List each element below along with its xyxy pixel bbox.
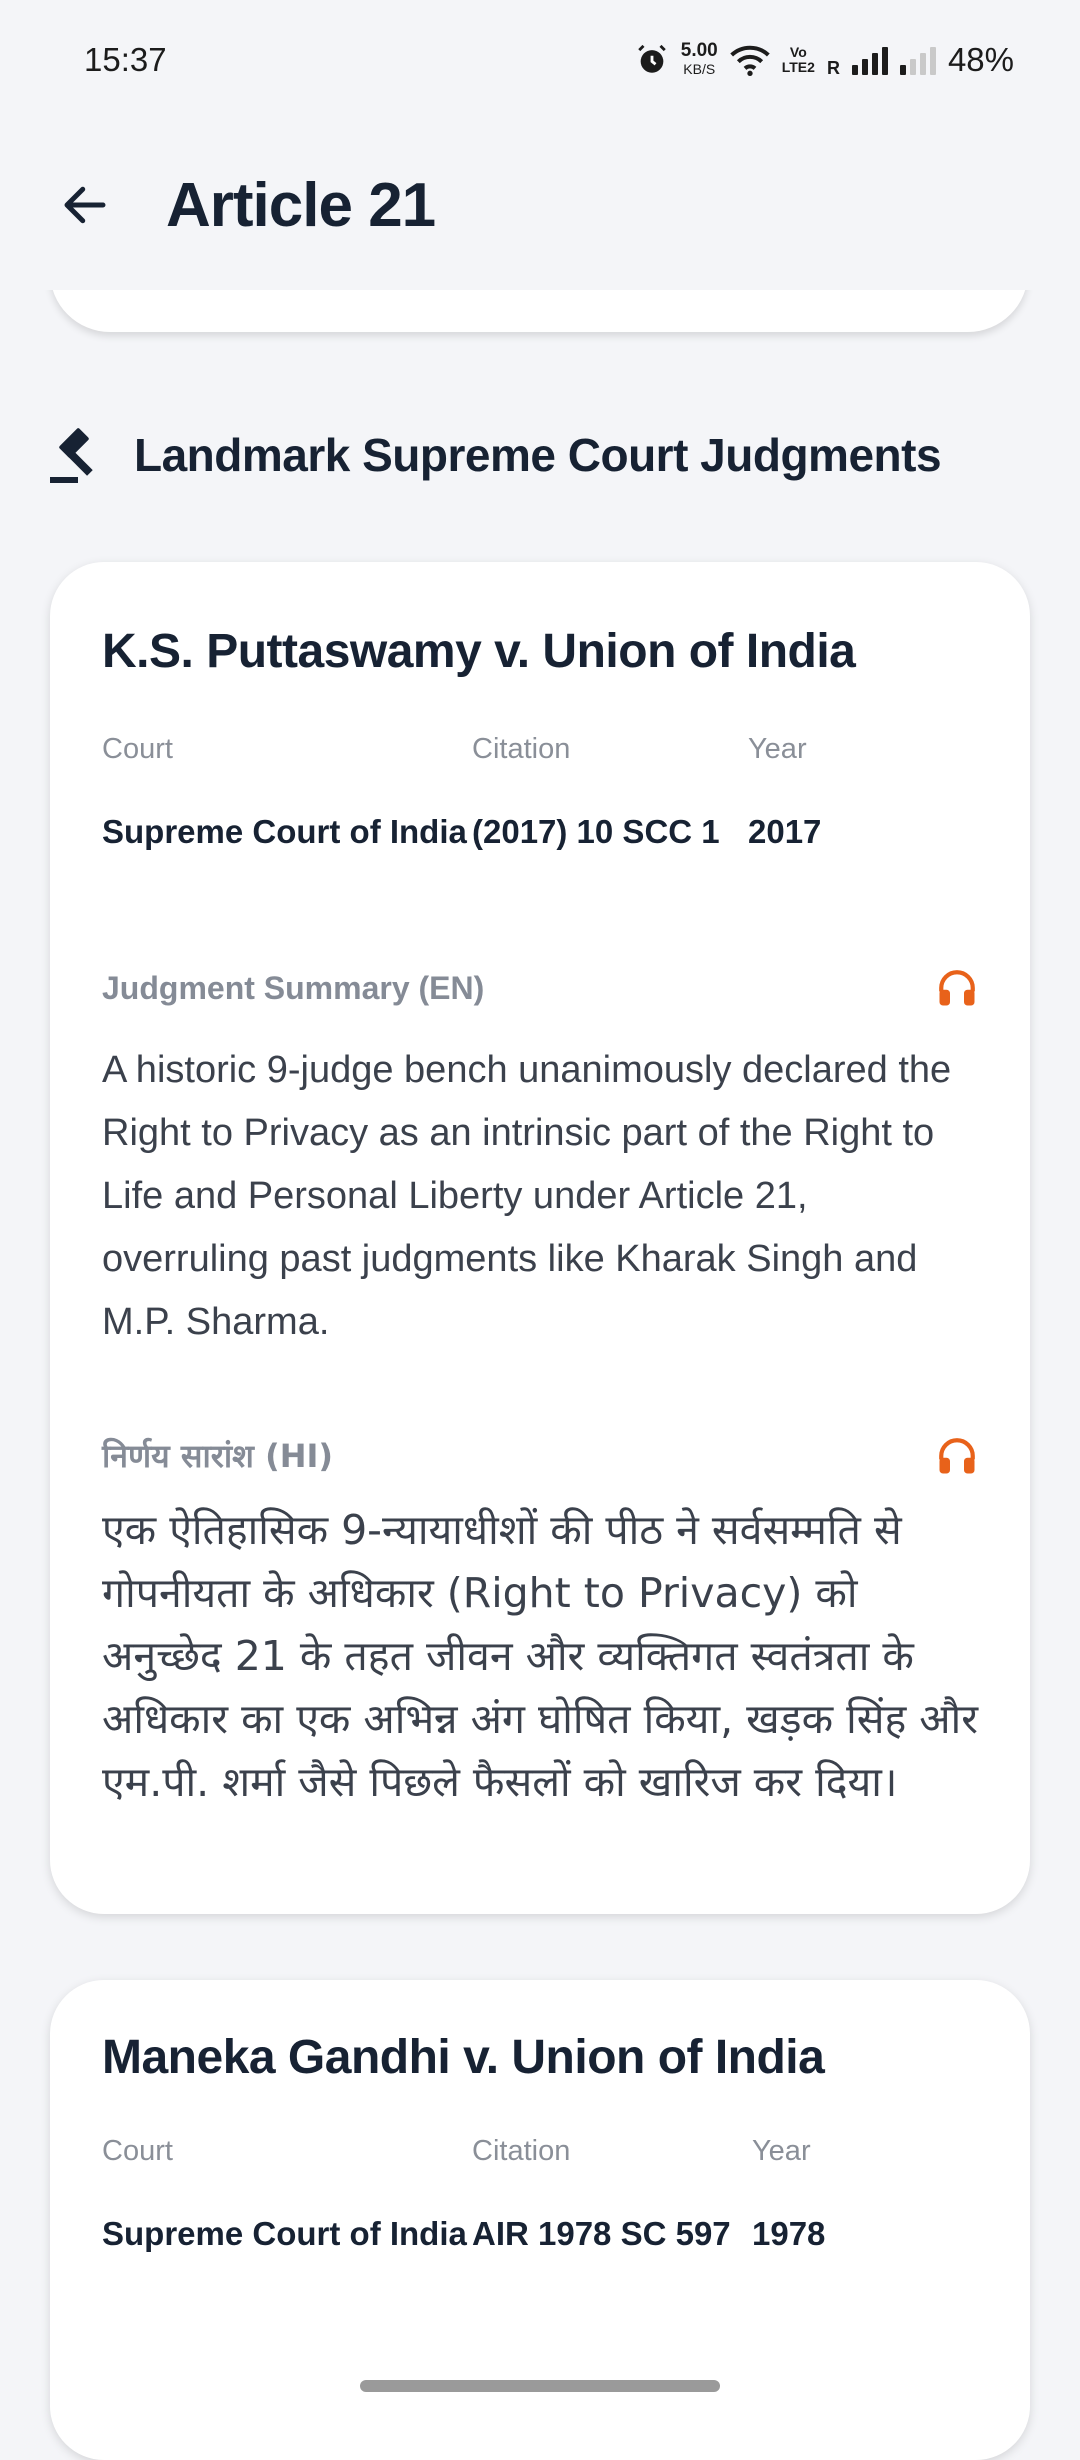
- app-bar: Article 21: [0, 120, 1080, 290]
- year-value: 2017: [748, 813, 822, 850]
- section-header: Landmark Supreme Court Judgments: [48, 420, 942, 490]
- gavel-icon: [50, 428, 93, 483]
- summary-en-header: Judgment Summary (EN): [102, 967, 978, 1009]
- judgment-title: Maneka Gandhi v. Union of India: [102, 2031, 825, 2084]
- listen-en-headphones-icon[interactable]: [936, 967, 978, 1009]
- court-label: Court: [102, 2135, 173, 2167]
- summary-hi-text: एक ऐतिहासिक 9-न्यायाधीशों की पीठ ने सर्व…: [102, 1506, 978, 1806]
- home-indicator[interactable]: [360, 2380, 720, 2392]
- summary-hi-label: निर्णय सारांश (HI): [102, 1437, 334, 1475]
- summary-hi-header: निर्णय सारांश (HI): [102, 1434, 978, 1477]
- judgment-meta: Court Citation Year Supreme Court of Ind…: [102, 2135, 978, 2285]
- citation-label: Citation: [472, 2135, 571, 2167]
- year-label: Year: [748, 733, 807, 765]
- citation-value: AIR 1978 SC 597: [472, 2215, 731, 2252]
- judgment-card: K.S. Puttaswamy v. Union of India Court …: [50, 562, 1030, 1914]
- judgment-title: K.S. Puttaswamy v. Union of India: [102, 625, 856, 678]
- citation-value: (2017) 10 SCC 1: [472, 813, 720, 850]
- back-button[interactable]: [40, 160, 130, 250]
- summary-en-label: Judgment Summary (EN): [102, 969, 485, 1006]
- citation-label: Citation: [472, 733, 571, 765]
- court-value: Supreme Court of India: [102, 2215, 467, 2252]
- listen-hi-headphones-icon[interactable]: [936, 1435, 978, 1477]
- section-title: Landmark Supreme Court Judgments: [134, 429, 942, 481]
- scroll-content[interactable]: Landmark Supreme Court Judgments K.S. Pu…: [0, 0, 1080, 2460]
- year-value: 1978: [752, 2215, 826, 2252]
- judgment-meta: Court Citation Year Supreme Court of Ind…: [102, 733, 978, 883]
- page-title: Article 21: [166, 170, 436, 240]
- year-label: Year: [752, 2135, 811, 2167]
- arrow-left-icon: [64, 186, 106, 224]
- court-label: Court: [102, 733, 173, 765]
- summary-en-text: A historic 9-judge bench unanimously dec…: [102, 1049, 952, 1343]
- court-value: Supreme Court of India: [102, 813, 467, 850]
